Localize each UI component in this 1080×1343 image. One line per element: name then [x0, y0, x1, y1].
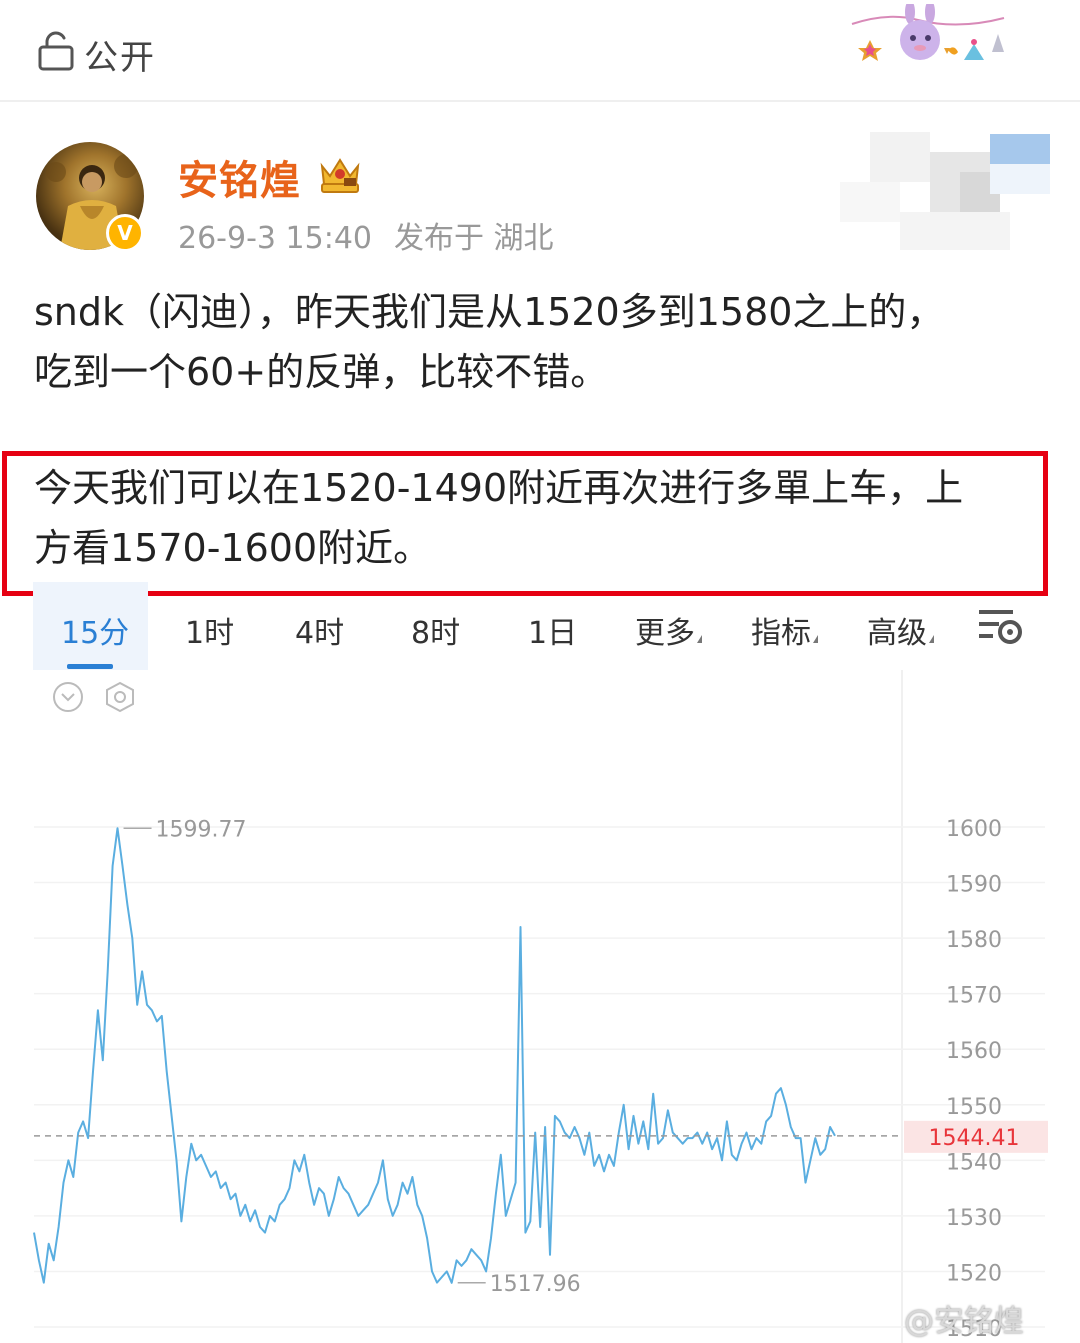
- follow-button-blurred[interactable]: [840, 132, 1050, 250]
- y-tick-label: 1570: [946, 984, 1002, 1009]
- price-series-line: [33, 827, 836, 1284]
- y-tick-label: 1530: [946, 1206, 1002, 1231]
- watermark: @安铭煌: [904, 1304, 1024, 1339]
- tab-indicators[interactable]: 指标: [751, 608, 818, 652]
- y-tick-label: 1590: [946, 873, 1002, 898]
- tab-15m[interactable]: 15分: [61, 608, 129, 652]
- current-price-label: 1544.41: [929, 1126, 1020, 1151]
- tab-4h[interactable]: 4时: [295, 608, 344, 652]
- chart-settings-icon[interactable]: [977, 606, 1023, 646]
- highlight-line: 今天我们可以在1520-1490附近再次进行多單上车，上: [34, 466, 964, 510]
- tab-more-label: 更多: [635, 616, 695, 651]
- y-tick-label: 1600: [946, 817, 1002, 842]
- visibility-label[interactable]: 公开: [84, 30, 156, 79]
- highlight-line: 方看1570-1600附近。: [34, 526, 432, 570]
- post-line: 吃到一个60+的反弹，比较不错。: [34, 350, 609, 394]
- tab-1h[interactable]: 1时: [185, 608, 234, 652]
- max-price-label: 1599.77: [156, 817, 247, 842]
- tab-1d[interactable]: 1日: [528, 608, 577, 652]
- dropdown-caret-icon: [929, 635, 934, 643]
- post-timestamp: 26-9-3 15:40: [178, 221, 372, 256]
- active-tab-underline: [67, 664, 113, 669]
- chart-interval-tabs: 15分 1时 4时 8时 1日 更多 指标 高级: [33, 582, 1053, 670]
- crown-vip-icon[interactable]: [314, 150, 366, 196]
- verified-v-icon: V: [106, 214, 144, 252]
- party-bunny-icon: [851, 4, 1005, 61]
- post-meta: 26-9-3 15:40 发布于 湖北: [178, 213, 554, 257]
- tab-advanced[interactable]: 高级: [867, 608, 934, 652]
- top-bar: 公开: [0, 0, 1080, 102]
- price-line-chart[interactable]: 1600159015801570156015501540153015201510…: [0, 670, 1080, 1343]
- username[interactable]: 安铭煌: [178, 148, 301, 206]
- dropdown-caret-icon: [813, 635, 818, 643]
- tab-more[interactable]: 更多: [635, 608, 702, 652]
- tab-indicators-label: 指标: [751, 616, 811, 651]
- highlighted-text: 今天我们可以在1520-1490附近再次进行多單上车，上 方看1570-1600…: [34, 458, 1044, 578]
- tab-8h[interactable]: 8时: [411, 608, 460, 652]
- post-location: 发布于 湖北: [394, 221, 554, 256]
- y-tick-label: 1580: [946, 928, 1002, 953]
- post-text: sndk（闪迪），昨天我们是从1520多到1580之上的， 吃到一个60+的反弹…: [34, 282, 1044, 402]
- lock-icon: [38, 31, 74, 71]
- y-tick-label: 1540: [946, 1150, 1002, 1175]
- y-tick-label: 1520: [946, 1261, 1002, 1286]
- min-price-label: 1517.96: [490, 1272, 581, 1297]
- dropdown-caret-icon: [697, 635, 702, 643]
- tab-advanced-label: 高级: [867, 616, 927, 651]
- post-line: sndk（闪迪），昨天我们是从1520多到1580之上的，: [34, 290, 945, 334]
- y-tick-label: 1560: [946, 1039, 1002, 1064]
- y-tick-label: 1550: [946, 1095, 1002, 1120]
